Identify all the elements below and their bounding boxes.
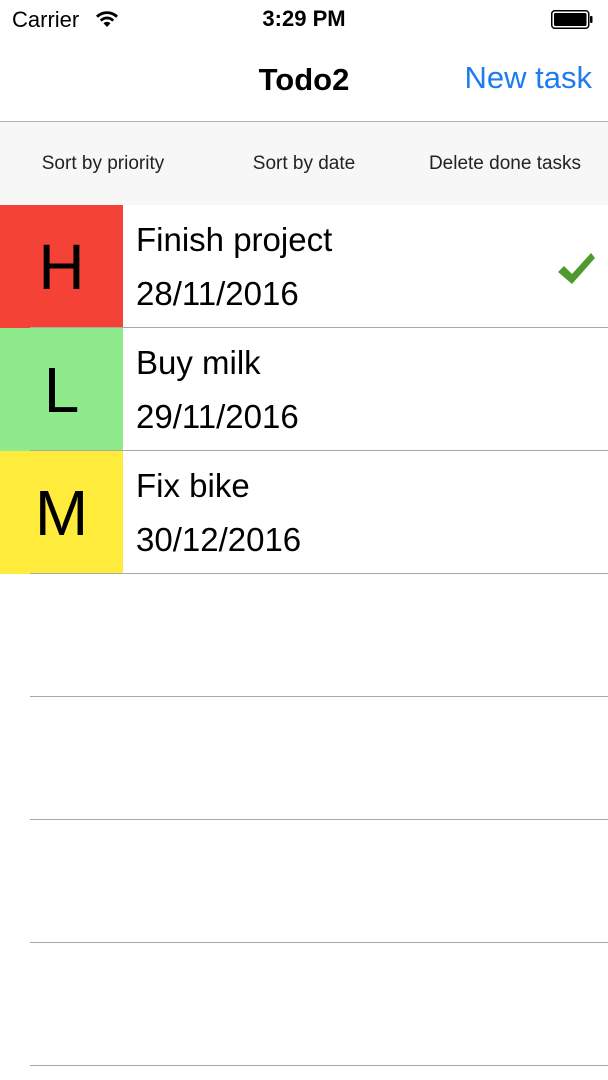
status-bar: Carrier 3:29 PM xyxy=(0,0,608,40)
priority-badge: H xyxy=(0,205,123,328)
task-row-fix-bike[interactable]: M Fix bike 30/12/2016 xyxy=(0,451,608,574)
task-date: 28/11/2016 xyxy=(136,275,299,312)
task-title: Buy milk xyxy=(136,344,261,381)
priority-badge: L xyxy=(0,328,123,451)
sort-toolbar: Sort by priority Sort by date Delete don… xyxy=(0,122,608,205)
new-task-button[interactable]: New task xyxy=(465,60,592,96)
delete-done-tasks-button[interactable]: Delete done tasks xyxy=(402,122,608,205)
sort-by-priority-button[interactable]: Sort by priority xyxy=(0,122,206,205)
checkmark-icon[interactable] xyxy=(555,248,597,290)
task-row-finish-project[interactable]: H Finish project 28/11/2016 xyxy=(0,205,608,328)
status-time: 3:29 PM xyxy=(262,6,346,31)
navigation-bar: Todo2 New task xyxy=(0,40,608,122)
task-title: Finish project xyxy=(136,221,333,258)
empty-row xyxy=(0,697,608,820)
sort-by-date-button[interactable]: Sort by date xyxy=(206,122,402,205)
empty-row xyxy=(0,943,608,1066)
priority-badge: M xyxy=(0,451,123,574)
battery-icon xyxy=(551,10,593,29)
task-title: Fix bike xyxy=(136,467,250,504)
task-row-buy-milk[interactable]: L Buy milk 29/11/2016 xyxy=(0,328,608,451)
empty-row xyxy=(0,574,608,697)
task-date: 29/11/2016 xyxy=(136,398,299,435)
empty-row xyxy=(0,820,608,943)
row-divider xyxy=(30,1065,608,1066)
task-date: 30/12/2016 xyxy=(136,521,302,558)
task-list: H Finish project 28/11/2016 L Buy milk 2… xyxy=(0,205,608,1066)
